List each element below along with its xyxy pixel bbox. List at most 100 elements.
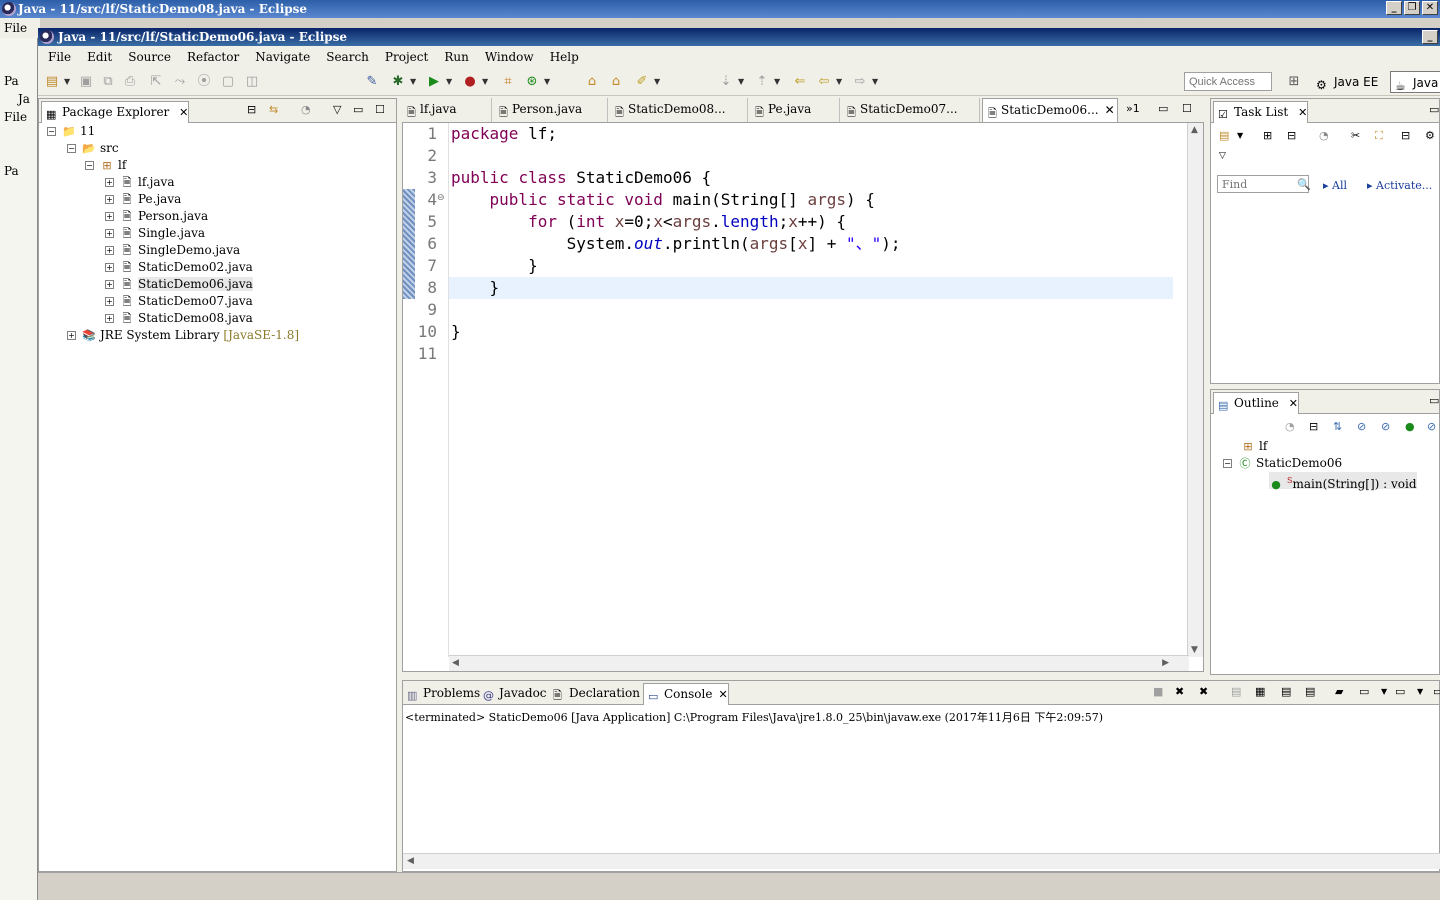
collapse-all-icon[interactable]: ⊟	[1309, 420, 1318, 434]
code-editor[interactable]: 1 2 3 4 ⊖ 5 6 7 8 9 10 11 package lf; pu…	[402, 122, 1204, 672]
new-class-icon[interactable]: ⊛	[524, 74, 540, 90]
save-icon[interactable]: ▣	[78, 74, 94, 90]
tree-item-file[interactable]: + 🗎 StaticDemo02.java	[105, 259, 253, 276]
close-icon[interactable]: ✕	[1298, 106, 1307, 119]
menu-edit[interactable]: Edit	[77, 50, 118, 64]
close-icon[interactable]: ✕	[718, 688, 727, 701]
scroll-right-icon[interactable]: ▶	[1162, 658, 1169, 668]
link-with-editor-icon[interactable]: ⇆	[269, 103, 278, 117]
close-icon[interactable]: ✕	[1105, 103, 1115, 117]
new-icon[interactable]: ▤	[44, 74, 60, 90]
maximize-view-icon[interactable]: ☐	[375, 103, 385, 117]
task-find-input[interactable]	[1217, 175, 1309, 193]
breakpoint-icon[interactable]: ⦿	[196, 74, 212, 90]
pin-console-icon[interactable]: ▰	[1335, 685, 1343, 699]
editor-tab-pe[interactable]: 🗎 Pe.java	[750, 98, 840, 122]
menu-window[interactable]: Window	[475, 50, 540, 64]
new-dropdown-icon[interactable]: ▼	[64, 74, 70, 90]
tree-item-package[interactable]: − ⊞ lf	[85, 157, 126, 174]
collapse-all-icon[interactable]: ⊟	[247, 103, 256, 117]
external-tools-dropdown-icon[interactable]: ▼	[482, 74, 488, 90]
focus-icon[interactable]: ◔	[1319, 129, 1329, 143]
scheduled-icon[interactable]: ⊟	[1287, 129, 1296, 143]
back-dropdown-icon[interactable]: ▼	[836, 74, 842, 90]
terminate-icon[interactable]: ▢	[220, 74, 236, 90]
menu-help[interactable]: Help	[540, 50, 585, 64]
restore-button[interactable]: ❐	[1404, 1, 1420, 15]
expand-toggle-icon[interactable]: +	[105, 314, 114, 323]
clear-console-icon[interactable]: ▤	[1231, 685, 1241, 699]
view-menu-icon[interactable]: ▽	[333, 103, 341, 117]
minimize-view-icon[interactable]: ▭	[353, 103, 363, 117]
forward-dropdown-icon[interactable]: ▼	[872, 74, 878, 90]
collapse-toggle-icon[interactable]: −	[67, 144, 76, 153]
menu-refactor[interactable]: Refactor	[177, 50, 245, 64]
search-icon[interactable]: ✐	[634, 74, 650, 90]
tab-task-list[interactable]: ☑ Task List ✕	[1213, 101, 1309, 123]
window-minimize-button[interactable]: _	[1422, 30, 1438, 44]
collapse-toggle-icon[interactable]: −	[47, 127, 56, 136]
focus-icon[interactable]: ◔	[301, 103, 311, 117]
tree-item-file[interactable]: + 🗎 StaticDemo07.java	[105, 293, 253, 310]
tree-item-src[interactable]: − 📂 src	[67, 140, 119, 157]
open-task-icon[interactable]: ⌂	[608, 74, 624, 90]
tab-package-explorer[interactable]: ▦ Package Explorer ✕	[41, 101, 190, 123]
print-icon[interactable]: ⎙	[122, 74, 138, 90]
next-annotation-icon[interactable]: ⇣	[718, 74, 734, 90]
maximize-editor-icon[interactable]: ☐	[1182, 102, 1192, 116]
minimize-view-icon[interactable]: ▭	[1429, 103, 1439, 117]
close-icon[interactable]: ✕	[179, 106, 188, 119]
collapse-all-icon[interactable]: ⊟	[1401, 129, 1410, 143]
tree-item-file[interactable]: + 🗎 Single.java	[105, 225, 205, 242]
expand-toggle-icon[interactable]: +	[105, 178, 114, 187]
last-edit-icon[interactable]: ⇐	[792, 74, 808, 90]
new-task-dropdown-icon[interactable]: ▼	[1237, 129, 1243, 143]
debug-dropdown-icon[interactable]: ▼	[410, 74, 416, 90]
new-package-icon[interactable]: ⌗	[500, 74, 516, 90]
activate-link[interactable]: ▸ Activate...	[1367, 179, 1432, 192]
tab-console[interactable]: ▭ Console ✕	[643, 683, 729, 705]
editor-tab-staticdemo08[interactable]: 🗎 StaticDemo08...	[610, 98, 748, 122]
open-console-dropdown-icon[interactable]: ▼	[1417, 685, 1423, 699]
run-dropdown-icon[interactable]: ▼	[446, 74, 452, 90]
minimize-view-icon[interactable]: ▭	[1429, 394, 1439, 408]
collapse-toggle-icon[interactable]: −	[85, 161, 94, 170]
focus-icon[interactable]: ◔	[1285, 420, 1295, 434]
menu-file[interactable]: File	[38, 50, 77, 64]
display-console-dropdown-icon[interactable]: ▼	[1381, 685, 1387, 699]
expand-toggle-icon[interactable]: +	[105, 212, 114, 221]
new-class-dropdown-icon[interactable]: ▼	[544, 74, 550, 90]
hide-nonpublic-icon[interactable]: ●	[1405, 420, 1415, 434]
expand-toggle-icon[interactable]: +	[105, 229, 114, 238]
expand-toggle-icon[interactable]: +	[105, 280, 114, 289]
tree-item-file[interactable]: + 🗎 SingleDemo.java	[105, 242, 240, 259]
quick-access-input[interactable]	[1184, 72, 1272, 91]
menu-run[interactable]: Run	[434, 50, 475, 64]
word-wrap-icon[interactable]: ▤	[1281, 685, 1291, 699]
background-menu-file[interactable]: File	[4, 21, 27, 35]
scroll-up-icon[interactable]: ▲	[1191, 125, 1198, 135]
back-icon[interactable]: ⇦	[816, 74, 832, 90]
background-tab-package-2[interactable]: Pa	[4, 164, 19, 178]
outline-item-package[interactable]: ⊞ lf	[1241, 438, 1267, 455]
outline-item-method[interactable]: ● Smain(String[]) : void	[1269, 472, 1417, 491]
remove-all-launches-icon[interactable]: ✖	[1199, 685, 1208, 699]
tree-item-file-selected[interactable]: + 🗎 StaticDemo06.java	[105, 276, 253, 293]
next-annotation-dropdown-icon[interactable]: ▼	[738, 74, 744, 90]
background-tab-package[interactable]: Pa	[4, 74, 19, 88]
expand-toggle-icon[interactable]: +	[105, 195, 114, 204]
open-perspective-icon[interactable]: ⊞	[1286, 74, 1302, 90]
tree-item-jre[interactable]: + 📚 JRE System Library [JavaSE-1.8]	[67, 327, 299, 344]
close-icon[interactable]: ✕	[1289, 397, 1298, 410]
menu-navigate[interactable]: Navigate	[245, 50, 316, 64]
new-task-icon[interactable]: ▤	[1219, 129, 1229, 143]
close-button[interactable]: ✕	[1422, 1, 1438, 15]
debug-icon[interactable]: ✱	[390, 74, 406, 90]
run-icon[interactable]: ▶	[426, 74, 442, 90]
forward-icon[interactable]: ⇨	[852, 74, 868, 90]
editor-tab-lf[interactable]: 🗎 lf.java	[402, 98, 492, 122]
remove-launch-icon[interactable]: ✖	[1175, 685, 1184, 699]
minimize-button[interactable]: _	[1386, 1, 1402, 15]
tree-item-file[interactable]: + 🗎 Person.java	[105, 208, 208, 225]
scroll-left-icon[interactable]: ◀	[452, 658, 459, 668]
